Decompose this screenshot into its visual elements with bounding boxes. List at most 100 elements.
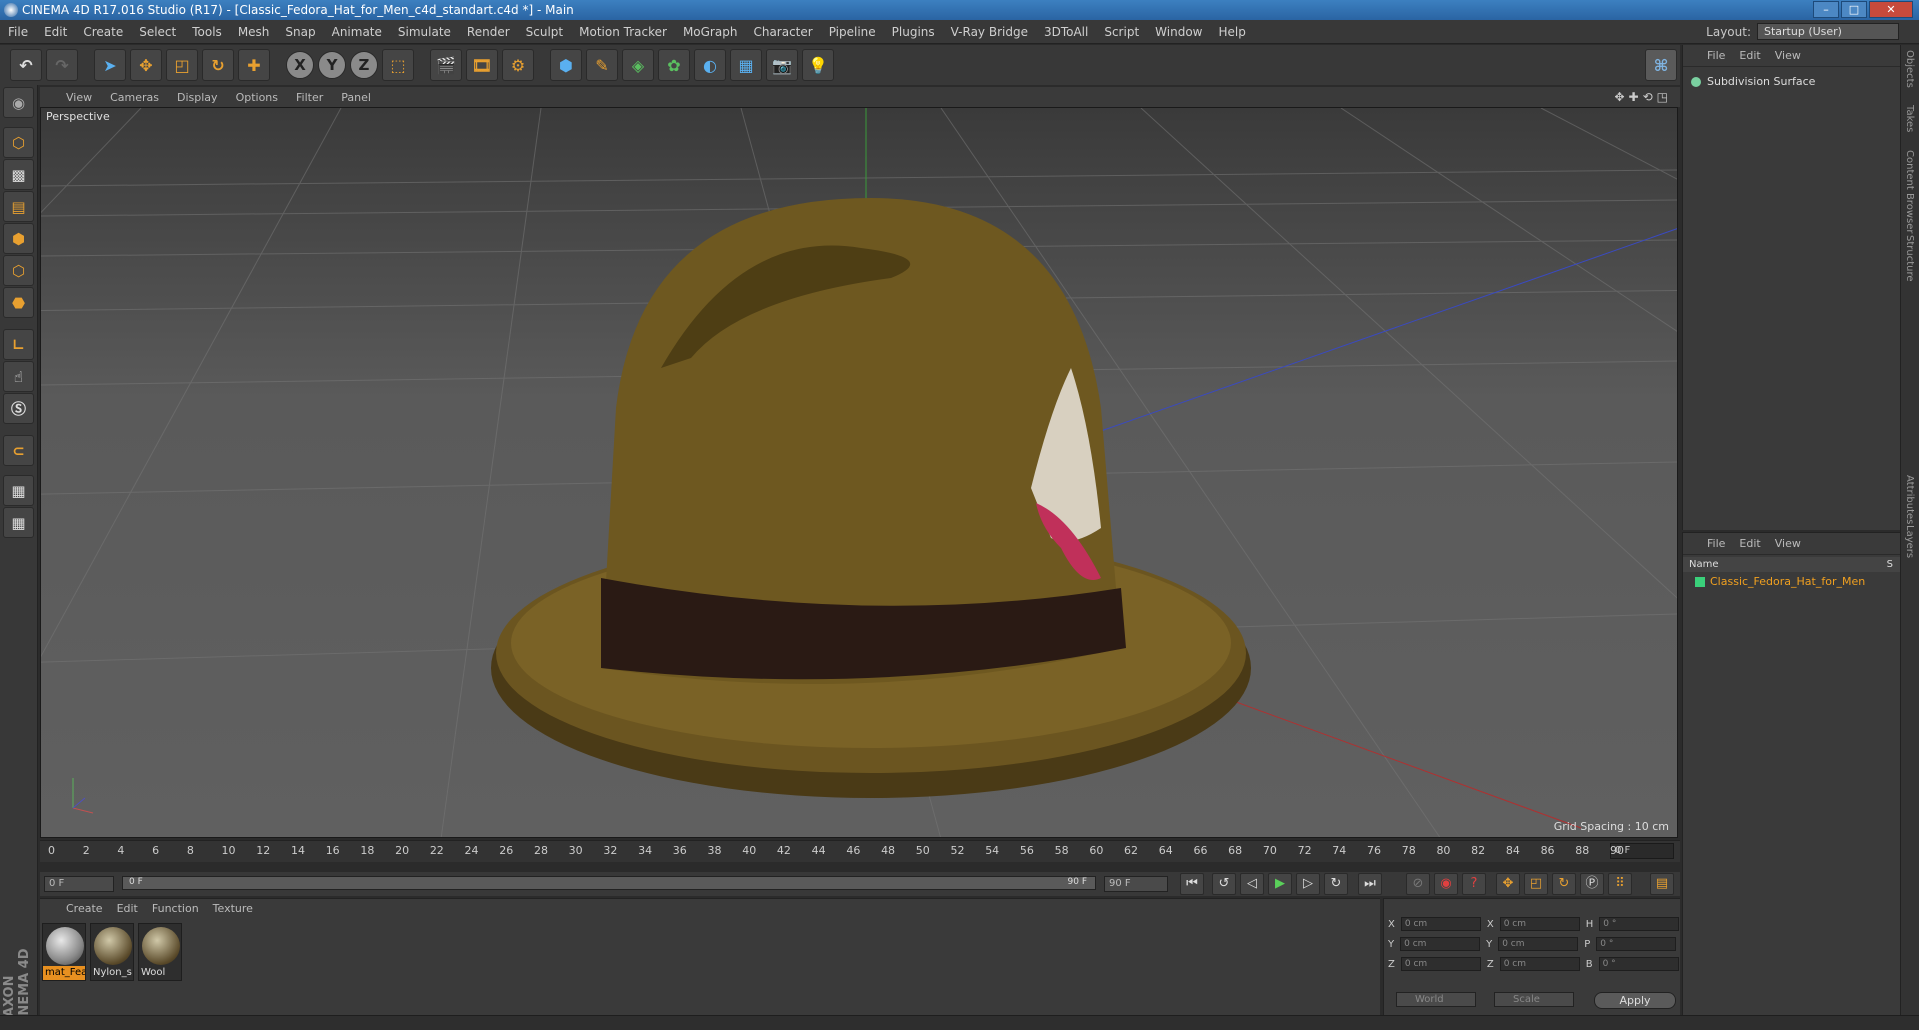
material-swatch[interactable]: Wool [138, 923, 182, 981]
edges-mode-icon[interactable]: ⬡ [3, 255, 34, 286]
side-tab[interactable]: Takes [1904, 105, 1915, 132]
position-key-icon[interactable]: ✥ [1496, 873, 1520, 895]
move-tool-icon[interactable]: ✥ [130, 49, 162, 81]
coord-value-field[interactable]: 0 cm [1498, 937, 1579, 951]
menu-item[interactable]: Pipeline [821, 25, 884, 39]
coord-mode-dropdown[interactable]: Scale [1494, 992, 1574, 1007]
render-view-icon[interactable]: 🎬 [430, 49, 462, 81]
viewport-menu-item[interactable]: Panel [341, 91, 371, 104]
start-frame-field[interactable]: 0 F [44, 876, 114, 892]
object-menu-item[interactable]: View [1775, 49, 1801, 62]
side-tab[interactable]: Objects [1904, 50, 1915, 88]
render-picture-viewer-icon[interactable]: 🎞 [466, 49, 498, 81]
object-row[interactable]: Subdivision Surface [1691, 75, 1815, 88]
close-button[interactable]: ✕ [1869, 1, 1913, 18]
x-axis-lock-icon[interactable]: X [286, 51, 314, 79]
object-menu-item[interactable]: File [1707, 49, 1725, 62]
points-mode-icon[interactable]: ⬢ [3, 223, 34, 254]
coordinate-system-icon[interactable]: ⬚ [382, 49, 414, 81]
point-level-key-icon[interactable]: ⠿ [1608, 873, 1632, 895]
y-axis-lock-icon[interactable]: Y [318, 51, 346, 79]
scale-tool-icon[interactable]: ◰ [166, 49, 198, 81]
rotation-key-icon[interactable]: ↻ [1552, 873, 1576, 895]
render-settings-icon[interactable]: ⚙ [502, 49, 534, 81]
material-menu-item[interactable]: Edit [117, 902, 138, 915]
viewport-menu-item[interactable]: Display [177, 91, 218, 104]
light-icon[interactable]: 💡 [802, 49, 834, 81]
menu-item[interactable]: Select [131, 25, 184, 39]
menu-item[interactable]: File [0, 25, 36, 39]
side-tab[interactable]: Layers [1904, 525, 1915, 558]
coord-value-field[interactable]: 0 ° [1599, 917, 1680, 931]
polygons-mode-icon[interactable]: ⬣ [3, 287, 34, 318]
coord-value-field[interactable]: 0 cm [1400, 917, 1481, 931]
model-mode-icon[interactable]: ⬡ [3, 127, 34, 158]
material-swatch[interactable]: Nylon_s [90, 923, 134, 981]
menu-item[interactable]: Help [1210, 25, 1253, 39]
solo-mode-icon[interactable]: Ⓢ [3, 393, 34, 424]
viewport-menu-item[interactable]: Options [236, 91, 278, 104]
viewport-menu-item[interactable]: Cameras [110, 91, 159, 104]
cloner-icon[interactable]: ✿ [658, 49, 690, 81]
material-menu-item[interactable]: Texture [213, 902, 253, 915]
axis-mode-icon[interactable]: ∟ [3, 329, 34, 360]
menu-item[interactable]: Window [1147, 25, 1210, 39]
record-keys-icon[interactable]: ⊘ [1406, 873, 1430, 895]
apply-button[interactable]: Apply [1594, 992, 1676, 1009]
rotate-tool-icon[interactable]: ↻ [202, 49, 234, 81]
python-icon[interactable]: ⌘ [1645, 49, 1677, 81]
camera-icon[interactable]: 📷 [766, 49, 798, 81]
previous-frame-icon[interactable]: ◁ [1240, 873, 1264, 895]
viewport[interactable]: Perspective Grid Spacing : 10 cm [40, 107, 1678, 838]
undo-button[interactable]: ↶ [10, 49, 42, 81]
autokey-icon[interactable]: ◉ [1434, 873, 1458, 895]
menu-item[interactable]: Edit [36, 25, 75, 39]
redo-button[interactable]: ↷ [46, 49, 78, 81]
snap-icon[interactable]: ⊂ [3, 435, 34, 466]
menu-item[interactable]: Plugins [884, 25, 943, 39]
coord-value-field[interactable]: 0 ° [1598, 957, 1679, 971]
end-frame-field[interactable]: 90 F [1104, 876, 1168, 892]
sculpt-mode-icon[interactable]: ◉ [3, 87, 34, 118]
coord-value-field[interactable]: 0 cm [1400, 957, 1481, 971]
menu-item[interactable]: Script [1096, 25, 1147, 39]
go-to-start-icon[interactable]: ⏮ [1180, 873, 1204, 895]
viewport-menu-item[interactable]: View [66, 91, 92, 104]
menu-item[interactable]: Simulate [390, 25, 459, 39]
select-tool-icon[interactable]: ➤ [94, 49, 126, 81]
play-icon[interactable]: ▶ [1268, 873, 1292, 895]
layer-menu-item[interactable]: Edit [1739, 537, 1760, 550]
maximize-button[interactable]: □ [1841, 1, 1867, 18]
menu-item[interactable]: Motion Tracker [571, 25, 675, 39]
planar-workplane-icon[interactable]: ▦ [3, 507, 34, 538]
frame-range-slider[interactable]: 0 F 90 F [122, 876, 1096, 890]
layout-dropdown[interactable]: Startup (User) [1757, 23, 1899, 40]
menu-item[interactable]: Character [745, 25, 820, 39]
layer-menu-item[interactable]: View [1775, 537, 1801, 550]
tweak-mode-icon[interactable]: ☝ [3, 361, 34, 392]
material-swatch[interactable]: mat_Fea [42, 923, 86, 981]
cube-primitive-icon[interactable]: ⬢ [550, 49, 582, 81]
menu-item[interactable]: 3DToAll [1036, 25, 1096, 39]
workplane-icon[interactable]: ▤ [3, 191, 34, 222]
locked-workplane-icon[interactable]: ▦ [3, 475, 34, 506]
side-tab[interactable]: Structure [1904, 235, 1915, 282]
menu-item[interactable]: Snap [277, 25, 323, 39]
coord-value-field[interactable]: 0 ° [1596, 937, 1677, 951]
menu-item[interactable]: Animate [324, 25, 390, 39]
menu-item[interactable]: Mesh [230, 25, 278, 39]
layer-menu-item[interactable]: File [1707, 537, 1725, 550]
object-menu-item[interactable]: Edit [1739, 49, 1760, 62]
menu-item[interactable]: MoGraph [675, 25, 746, 39]
previous-key-icon[interactable]: ↺ [1212, 873, 1236, 895]
keyframe-selection-icon[interactable]: ? [1462, 873, 1486, 895]
menu-item[interactable]: Sculpt [518, 25, 571, 39]
material-menu-item[interactable]: Create [66, 902, 103, 915]
menu-item[interactable]: V-Ray Bridge [943, 25, 1036, 39]
layer-row[interactable]: Classic_Fedora_Hat_for_Men [1695, 575, 1865, 588]
viewport-nav-icons[interactable]: ✥✚⟲◳ [1614, 90, 1672, 104]
side-tab[interactable]: Content Browser [1904, 150, 1915, 233]
pen-spline-icon[interactable]: ✎ [586, 49, 618, 81]
floor-icon[interactable]: ▦ [730, 49, 762, 81]
menu-item[interactable]: Create [75, 25, 131, 39]
